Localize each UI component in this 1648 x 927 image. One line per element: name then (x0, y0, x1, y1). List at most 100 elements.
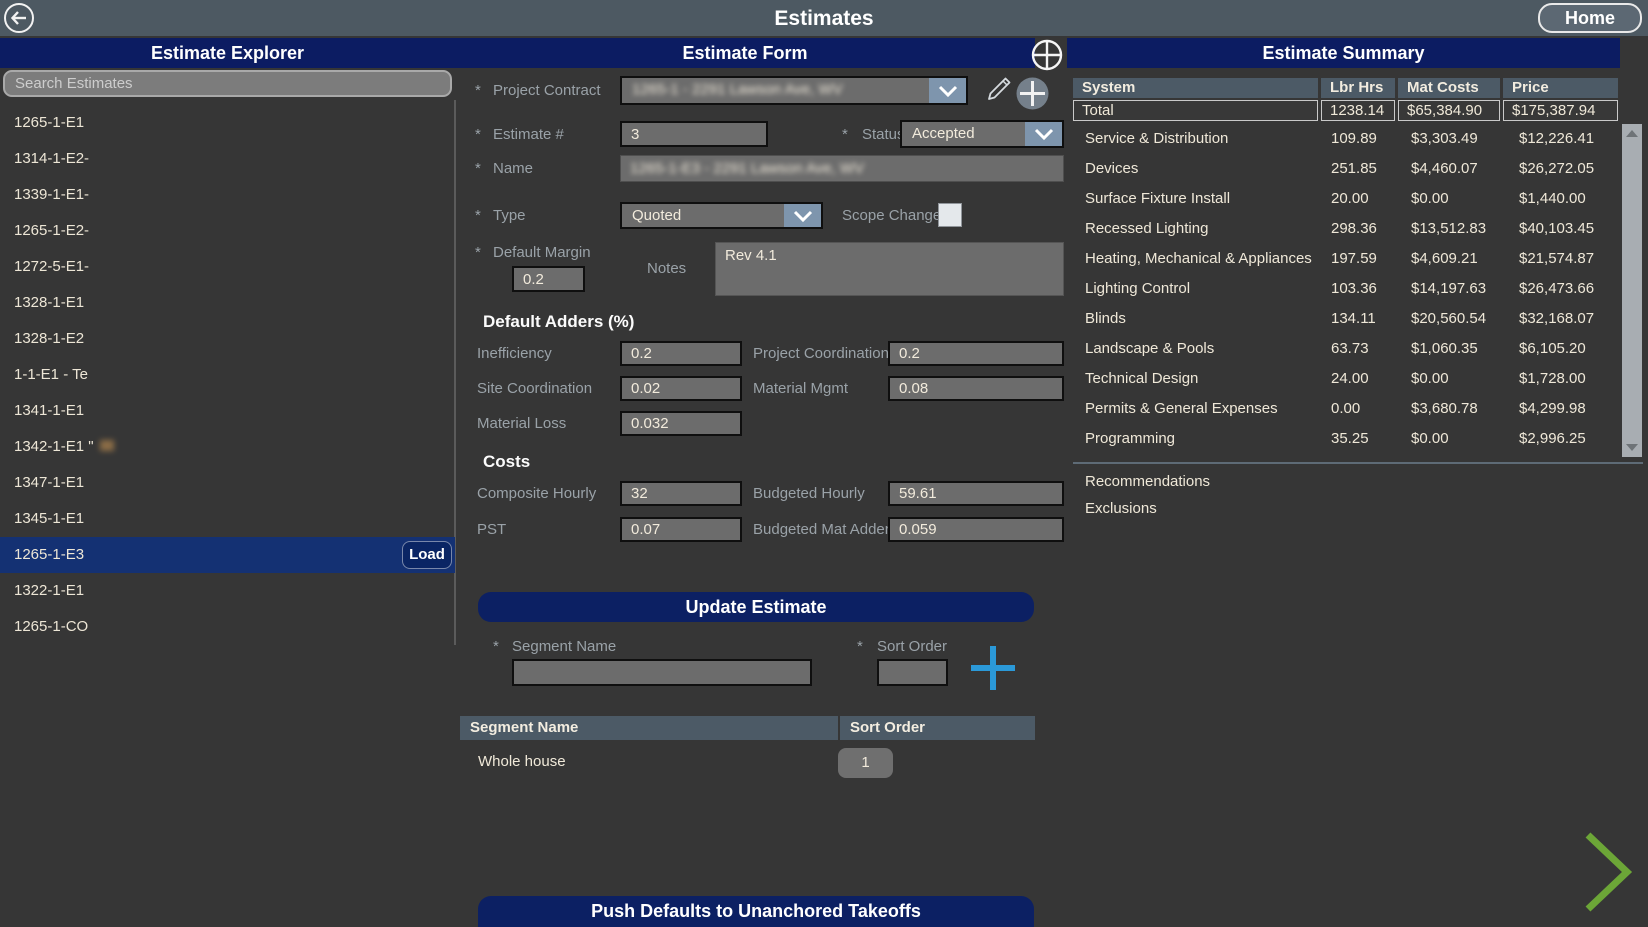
default-adders-heading: Default Adders (%) (483, 312, 634, 332)
push-defaults-button[interactable]: Push Defaults to Unanchored Takeoffs (478, 896, 1034, 927)
inefficiency-field[interactable] (620, 341, 742, 366)
status-dropdown[interactable]: Accepted (900, 120, 1064, 148)
default-margin-field[interactable] (512, 266, 585, 292)
summary-price: $1,440.00 (1519, 184, 1586, 214)
summary-system-name: Service & Distribution (1085, 124, 1228, 154)
segment-name-label: Segment Name (512, 638, 616, 655)
notes-field[interactable]: Rev 4.1 (715, 242, 1064, 296)
explorer-item[interactable]: 1265-1-E1 (0, 105, 455, 141)
load-button[interactable]: Load (402, 541, 452, 569)
segment-name-field[interactable] (512, 659, 812, 686)
home-button[interactable]: Home (1538, 3, 1642, 33)
chevron-down-icon[interactable] (784, 204, 821, 227)
segment-row-sort-field[interactable]: 1 (838, 748, 893, 778)
project-contract-dropdown[interactable]: 1265-1 - 2291 Lawson Ave, WV (620, 76, 968, 105)
pst-field[interactable] (620, 517, 742, 542)
status-value: Accepted (902, 122, 1025, 146)
recommendations-row[interactable]: Recommendations (1085, 473, 1210, 491)
summary-price: $2,996.25 (1519, 424, 1586, 454)
explorer-item[interactable]: 1341-1-E1 (0, 393, 455, 429)
explorer-item[interactable]: 1272-5-E1- (0, 249, 455, 285)
required-marker: * (842, 126, 848, 143)
explorer-item[interactable]: 1342-1-E1 " (0, 429, 455, 465)
scope-change-label: Scope Change (842, 207, 941, 224)
chevron-down-icon[interactable] (929, 78, 966, 103)
summary-row[interactable]: Recessed Lighting 298.36 $13,512.83 $40,… (1073, 214, 1618, 244)
sort-order-label: Sort Order (877, 638, 947, 655)
required-marker: * (493, 638, 499, 655)
summary-material-costs: $13,512.83 (1411, 214, 1486, 244)
scope-change-checkbox[interactable] (938, 203, 962, 227)
material-mgmt-field[interactable] (888, 376, 1064, 401)
type-dropdown[interactable]: Quoted (620, 202, 823, 229)
scroll-down-icon[interactable] (1626, 444, 1638, 451)
explorer-item[interactable]: 1322-1-E1 (0, 573, 455, 609)
estimates-app: Estimates Home Estimate Explorer 1265-1-… (0, 0, 1648, 927)
explorer-item[interactable]: 1347-1-E1 (0, 465, 455, 501)
summary-row[interactable]: Heating, Mechanical & Appliances 197.59 … (1073, 244, 1618, 274)
composite-hourly-field[interactable] (620, 481, 742, 506)
summary-row[interactable]: Service & Distribution 109.89 $3,303.49 … (1073, 124, 1618, 154)
next-page-chevron-icon[interactable] (1580, 825, 1640, 920)
price-column-header[interactable]: Price (1503, 78, 1618, 98)
add-estimate-icon[interactable] (1031, 39, 1063, 71)
budgeted-hourly-field[interactable] (888, 481, 1064, 506)
summary-price: $6,105.20 (1519, 334, 1586, 364)
summary-row[interactable]: Devices 251.85 $4,460.07 $26,272.05 (1073, 154, 1618, 184)
system-column-header[interactable]: System (1073, 78, 1318, 98)
name-label: Name (493, 160, 533, 177)
labor-hours-column-header[interactable]: Lbr Hrs (1321, 78, 1395, 98)
summary-row[interactable]: Lighting Control 103.36 $14,197.63 $26,4… (1073, 274, 1618, 304)
material-loss-label: Material Loss (477, 415, 566, 432)
summary-row[interactable]: Blinds 134.11 $20,560.54 $32,168.07 (1073, 304, 1618, 334)
summary-row[interactable]: Technical Design 24.00 $0.00 $1,728.00 (1073, 364, 1618, 394)
estimate-number-field[interactable] (620, 121, 768, 147)
summary-scrollbar[interactable] (1622, 124, 1642, 457)
segment-table-header: Segment Name Sort Order (460, 716, 1035, 740)
site-coordination-field[interactable] (620, 376, 742, 401)
material-loss-field[interactable] (620, 411, 742, 436)
summary-row[interactable]: Landscape & Pools 63.73 $1,060.35 $6,105… (1073, 334, 1618, 364)
sort-order-field[interactable] (877, 659, 948, 686)
pst-label: PST (477, 521, 506, 538)
default-margin-label: Default Margin (493, 244, 591, 261)
name-field[interactable]: 1265-1-E3 - 2291 Lawson Ave, WV (620, 155, 1064, 182)
scroll-up-icon[interactable] (1626, 130, 1638, 137)
summary-labor-hours: 298.36 (1331, 214, 1377, 244)
summary-row[interactable]: Permits & General Expenses 0.00 $3,680.7… (1073, 394, 1618, 424)
summary-total-row: Total 1238.14 $65,384.90 $175,387.94 (1073, 100, 1618, 121)
budgeted-mat-adder-field[interactable] (888, 517, 1064, 542)
required-marker: * (475, 160, 481, 177)
project-coordination-field[interactable] (888, 341, 1064, 366)
explorer-header: Estimate Explorer (0, 38, 455, 68)
summary-row[interactable]: Programming 35.25 $0.00 $2,996.25 (1073, 424, 1618, 454)
explorer-item[interactable]: 1328-1-E1 (0, 285, 455, 321)
summary-divider (1073, 462, 1643, 464)
summary-labor-hours: 20.00 (1331, 184, 1369, 214)
sort-order-column-header[interactable]: Sort Order (840, 716, 1035, 740)
explorer-item[interactable]: 1265-1-CO (0, 609, 455, 645)
exclusions-row[interactable]: Exclusions (1085, 500, 1157, 518)
segment-row-name[interactable]: Whole house (478, 750, 566, 774)
explorer-item[interactable]: 1328-1-E2 (0, 321, 455, 357)
back-button[interactable] (4, 3, 34, 33)
form-header: Estimate Form (455, 38, 1035, 68)
add-segment-icon[interactable] (966, 641, 1020, 695)
summary-labor-hours: 35.25 (1331, 424, 1369, 454)
chevron-down-icon[interactable] (1025, 122, 1062, 146)
explorer-item-selected[interactable]: 1265-1-E3 (0, 537, 455, 573)
material-costs-column-header[interactable]: Mat Costs (1398, 78, 1500, 98)
summary-row[interactable]: Surface Fixture Install 20.00 $0.00 $1,4… (1073, 184, 1618, 214)
redacted-text (100, 440, 114, 451)
explorer-item[interactable]: 1345-1-E1 (0, 501, 455, 537)
add-contract-icon[interactable] (1016, 77, 1049, 110)
edit-pencil-icon[interactable] (984, 74, 1014, 104)
summary-price: $1,728.00 (1519, 364, 1586, 394)
explorer-item[interactable]: 1265-1-E2- (0, 213, 455, 249)
explorer-item[interactable]: 1339-1-E1- (0, 177, 455, 213)
explorer-item[interactable]: 1314-1-E2- (0, 141, 455, 177)
update-estimate-button[interactable]: Update Estimate (478, 592, 1034, 622)
segment-name-column-header[interactable]: Segment Name (460, 716, 838, 740)
explorer-item[interactable]: 1-1-E1 - Te (0, 357, 455, 393)
search-input[interactable] (3, 70, 452, 97)
